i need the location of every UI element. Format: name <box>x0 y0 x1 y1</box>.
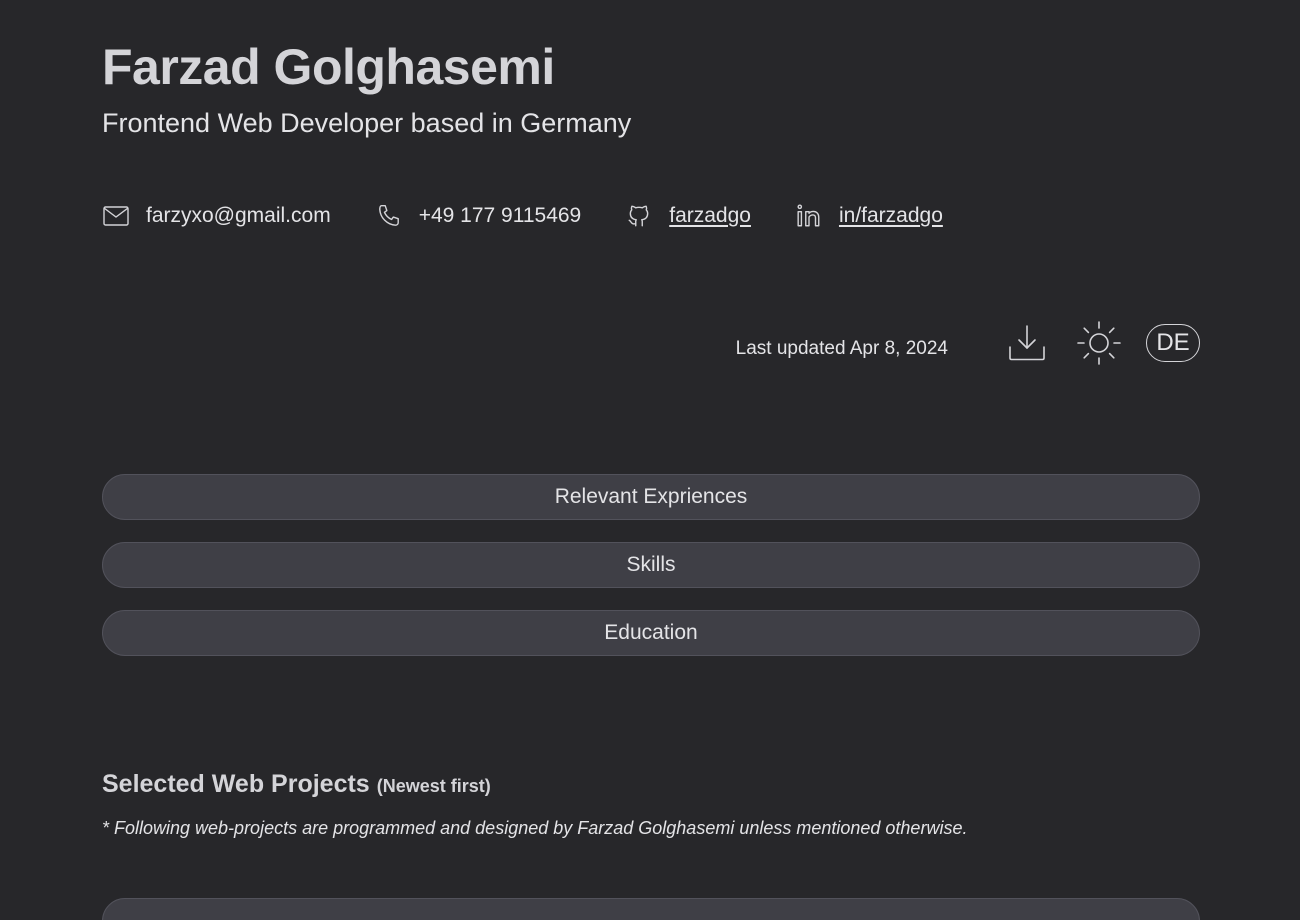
download-button[interactable] <box>1004 320 1050 366</box>
linkedin-link[interactable]: in/farzadgo <box>839 204 943 228</box>
page-title: Farzad Golghasemi <box>102 39 555 95</box>
contact-list: farzyxo@gmail.com +49 177 9115469 farzad… <box>102 198 987 234</box>
education-section-button[interactable]: Education <box>102 610 1200 656</box>
projects-order-note: (Newest first) <box>376 776 491 796</box>
linkedin-icon <box>795 202 823 230</box>
sun-icon <box>1077 321 1121 365</box>
toolbar: Last updated Apr 8, 2024 DE <box>736 320 1200 366</box>
projects-title: Selected Web Projects <box>102 770 370 798</box>
github-link[interactable]: farzadgo <box>669 204 751 228</box>
phone-text: +49 177 9115469 <box>418 204 582 227</box>
skills-section-button[interactable]: Skills <box>102 542 1200 588</box>
projects-disclaimer: * Following web-projects are programmed … <box>102 818 968 838</box>
download-icon <box>1009 325 1045 361</box>
contact-email: farzyxo@gmail.com <box>102 202 331 230</box>
phone-icon <box>375 202 403 230</box>
project-card[interactable] <box>102 898 1200 920</box>
page-subtitle: Frontend Web Developer based in Germany <box>102 108 632 138</box>
resume-page: Farzad Golghasemi Frontend Web Developer… <box>0 0 1300 920</box>
mail-icon <box>102 202 130 230</box>
theme-toggle-button[interactable] <box>1076 320 1122 366</box>
contact-linkedin[interactable]: in/farzadgo <box>795 202 943 230</box>
projects-heading: Selected Web Projects (Newest first) <box>102 770 491 799</box>
contact-phone: +49 177 9115469 <box>375 202 582 230</box>
last-updated-text: Last updated Apr 8, 2024 <box>735 338 948 359</box>
contact-github[interactable]: farzadgo <box>625 202 751 230</box>
experiences-section-button[interactable]: Relevant Expriences <box>102 474 1200 520</box>
language-switch-button[interactable]: DE <box>1146 324 1200 362</box>
email-text: farzyxo@gmail.com <box>146 204 331 227</box>
github-icon <box>625 202 653 230</box>
